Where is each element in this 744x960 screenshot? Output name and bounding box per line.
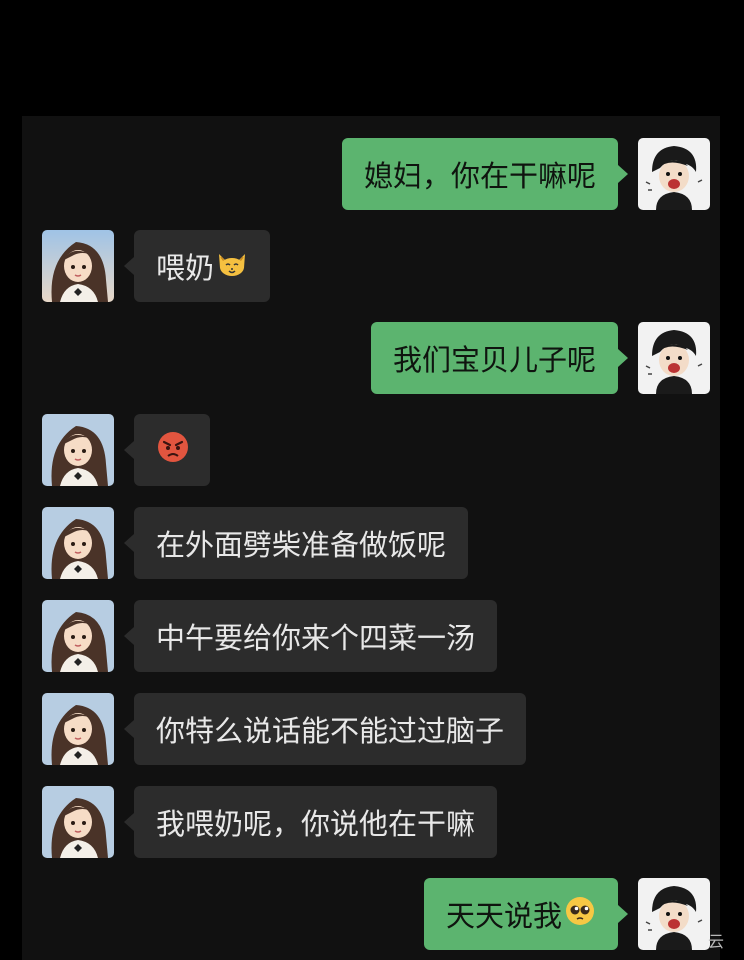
message-text: 我们宝贝儿子呢 <box>392 343 596 377</box>
message-row: 我们宝贝儿子呢 <box>22 322 720 394</box>
girl-avatar[interactable] <box>42 507 114 579</box>
boy-cartoon-avatar[interactable] <box>638 322 710 394</box>
message-row <box>22 414 720 486</box>
message-bubble-incoming[interactable]: 你特么说话能不能过过脑子 <box>123 693 527 765</box>
message-text: 在外面劈柴准备做饭呢 <box>156 528 447 562</box>
message-text: 媳妇，你在干嘛呢 <box>363 159 596 193</box>
girl-avatar[interactable] <box>42 693 114 765</box>
girl-avatar[interactable] <box>42 414 114 486</box>
watermark-text: 云 <box>707 932 724 951</box>
girl-avatar[interactable] <box>42 230 114 302</box>
message-bubble-incoming[interactable]: 喂奶 <box>123 230 271 302</box>
message-row: 我喂奶呢，你说他在干嘛 <box>22 786 720 858</box>
message-bubble-incoming[interactable]: 在外面劈柴准备做饭呢 <box>123 507 469 579</box>
girl-avatar[interactable] <box>42 786 114 858</box>
message-text: 喂奶 <box>156 251 215 285</box>
pleading-face-emoji <box>564 895 596 934</box>
message-text: 你特么说话能不能过过脑子 <box>156 714 505 748</box>
message-bubble-outgoing[interactable]: 我们宝贝儿子呢 <box>370 322 629 394</box>
chat-window: 媳妇，你在干嘛呢 喂奶 我们宝贝儿子呢 在外面劈柴准备做饭呢 中午要给你来个四菜… <box>22 116 720 960</box>
message-row: 中午要给你来个四菜一汤 <box>22 600 720 672</box>
message-bubble-incoming[interactable]: 中午要给你来个四菜一汤 <box>123 600 498 672</box>
angry-face-emoji <box>156 430 190 471</box>
message-row: 喂奶 <box>22 230 720 302</box>
cat-face-emoji <box>216 248 248 285</box>
message-bubble-outgoing[interactable]: 天天说我 <box>423 878 629 950</box>
watermark: 云 <box>708 928 724 952</box>
boy-cartoon-avatar[interactable] <box>638 878 710 950</box>
message-bubble-incoming[interactable] <box>124 414 210 486</box>
message-bubble-outgoing[interactable]: 媳妇，你在干嘛呢 <box>341 138 629 210</box>
message-row: 在外面劈柴准备做饭呢 <box>22 507 720 579</box>
message-text: 我喂奶呢，你说他在干嘛 <box>156 807 476 841</box>
message-row: 你特么说话能不能过过脑子 <box>22 693 720 765</box>
boy-cartoon-avatar[interactable] <box>638 138 710 210</box>
message-text: 中午要给你来个四菜一汤 <box>156 621 476 655</box>
message-row: 媳妇，你在干嘛呢 <box>22 138 720 210</box>
message-text: 天天说我 <box>445 899 562 933</box>
message-bubble-incoming[interactable]: 我喂奶呢，你说他在干嘛 <box>123 786 498 858</box>
message-row: 天天说我 <box>22 878 720 950</box>
girl-avatar[interactable] <box>42 600 114 672</box>
